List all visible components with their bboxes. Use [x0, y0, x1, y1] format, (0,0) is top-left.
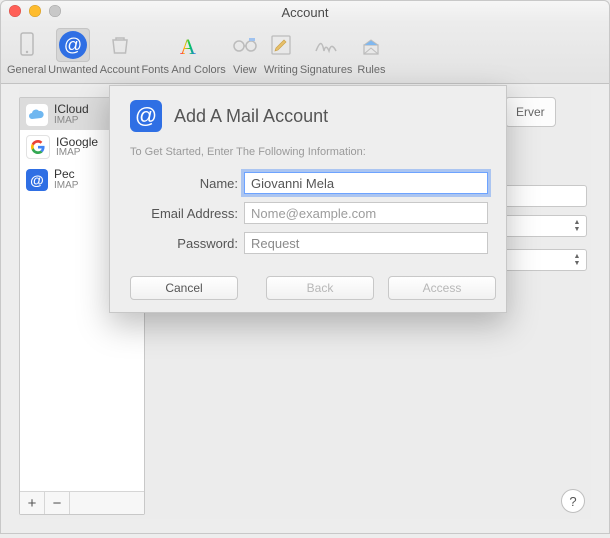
zoom-window-button[interactable] [49, 5, 61, 17]
access-button[interactable]: Access [388, 276, 496, 300]
form-row-password: Password: [130, 232, 488, 254]
google-icon [26, 135, 50, 159]
toolbar-label: Unwanted [48, 64, 98, 76]
svg-text:@: @ [64, 35, 82, 55]
toolbar-label: General [7, 64, 46, 76]
window-title: Account [282, 5, 329, 20]
compose-icon [264, 28, 298, 62]
add-account-button[interactable]: + [20, 492, 45, 514]
sheet-button-row: Cancel Back Access [130, 276, 488, 300]
glasses-icon [228, 28, 262, 62]
email-input[interactable] [244, 202, 488, 224]
name-input[interactable] [244, 172, 488, 194]
password-label: Password: [130, 236, 244, 251]
at-icon: @ [56, 28, 90, 62]
account-proto: IMAP [56, 148, 98, 159]
preferences-toolbar: General @ Unwanted Account A Fonts And C… [1, 23, 609, 84]
toolbar-item-general[interactable]: General [7, 25, 46, 76]
server-tab[interactable]: Erver [505, 97, 556, 127]
sidebar-footer-spacer [70, 492, 144, 514]
sheet-title: Add A Mail Account [174, 106, 328, 127]
account-proto: IMAP [54, 181, 78, 192]
button-label: Cancel [165, 281, 202, 295]
account-proto: IMAP [54, 116, 89, 127]
window-controls [9, 5, 61, 17]
email-label: Email Address: [130, 206, 244, 221]
sheet-subtitle: To Get Started, Enter The Following Info… [130, 146, 488, 158]
toolbar-item-account[interactable]: Account [100, 25, 140, 76]
toolbar-label: Signatures [300, 64, 353, 76]
toolbar-item-unwanted[interactable]: @ Unwanted [48, 25, 98, 76]
tab-label: Erver [516, 105, 545, 119]
toolbar-label: Rules [357, 64, 385, 76]
sheet-header: @ Add A Mail Account [130, 100, 488, 132]
titlebar: Account [1, 1, 609, 23]
chevron-up-down-icon: ▲▼ [570, 218, 584, 234]
button-label: Access [423, 281, 462, 295]
cancel-button[interactable]: Cancel [130, 276, 238, 300]
password-input[interactable] [244, 232, 488, 254]
trash-icon [103, 28, 137, 62]
close-window-button[interactable] [9, 5, 21, 17]
add-mail-account-sheet: @ Add A Mail Account To Get Started, Ent… [109, 85, 507, 313]
toolbar-label: View [233, 64, 257, 76]
toolbar-item-signatures[interactable]: Signatures [300, 25, 353, 76]
toolbar-item-fonts-colors[interactable]: A Fonts And Colors [141, 25, 225, 76]
svg-text:A: A [180, 34, 196, 58]
fonts-colors-icon: A [167, 28, 201, 62]
toolbar-label: Fonts And Colors [141, 64, 225, 76]
minimize-window-button[interactable] [29, 5, 41, 17]
toolbar-item-view[interactable]: View [228, 25, 262, 76]
sidebar-footer: + − [20, 491, 144, 514]
rules-icon [354, 28, 388, 62]
toolbar-label: Writing [264, 64, 298, 76]
svg-text:@: @ [30, 172, 44, 188]
toolbar-label: Account [100, 64, 140, 76]
svg-text:@: @ [135, 103, 157, 128]
account-name: ICloud [54, 103, 89, 116]
cloud-icon [26, 104, 48, 126]
signature-icon [309, 28, 343, 62]
general-icon [10, 28, 44, 62]
back-button[interactable]: Back [266, 276, 374, 300]
remove-account-button[interactable]: − [45, 492, 70, 514]
help-button[interactable]: ? [561, 489, 585, 513]
preferences-window: Account General @ Unwanted Account [0, 0, 610, 534]
toolbar-item-rules[interactable]: Rules [354, 25, 388, 76]
form-row-email: Email Address: [130, 202, 488, 224]
chevron-up-down-icon: ▲▼ [570, 252, 584, 268]
at-icon: @ [130, 100, 162, 132]
at-icon: @ [26, 169, 48, 191]
name-label: Name: [130, 176, 244, 191]
help-icon: ? [569, 494, 576, 509]
form-row-name: Name: [130, 172, 488, 194]
account-name: Pec [54, 168, 78, 181]
button-label: Back [307, 281, 334, 295]
toolbar-item-writing[interactable]: Writing [264, 25, 298, 76]
